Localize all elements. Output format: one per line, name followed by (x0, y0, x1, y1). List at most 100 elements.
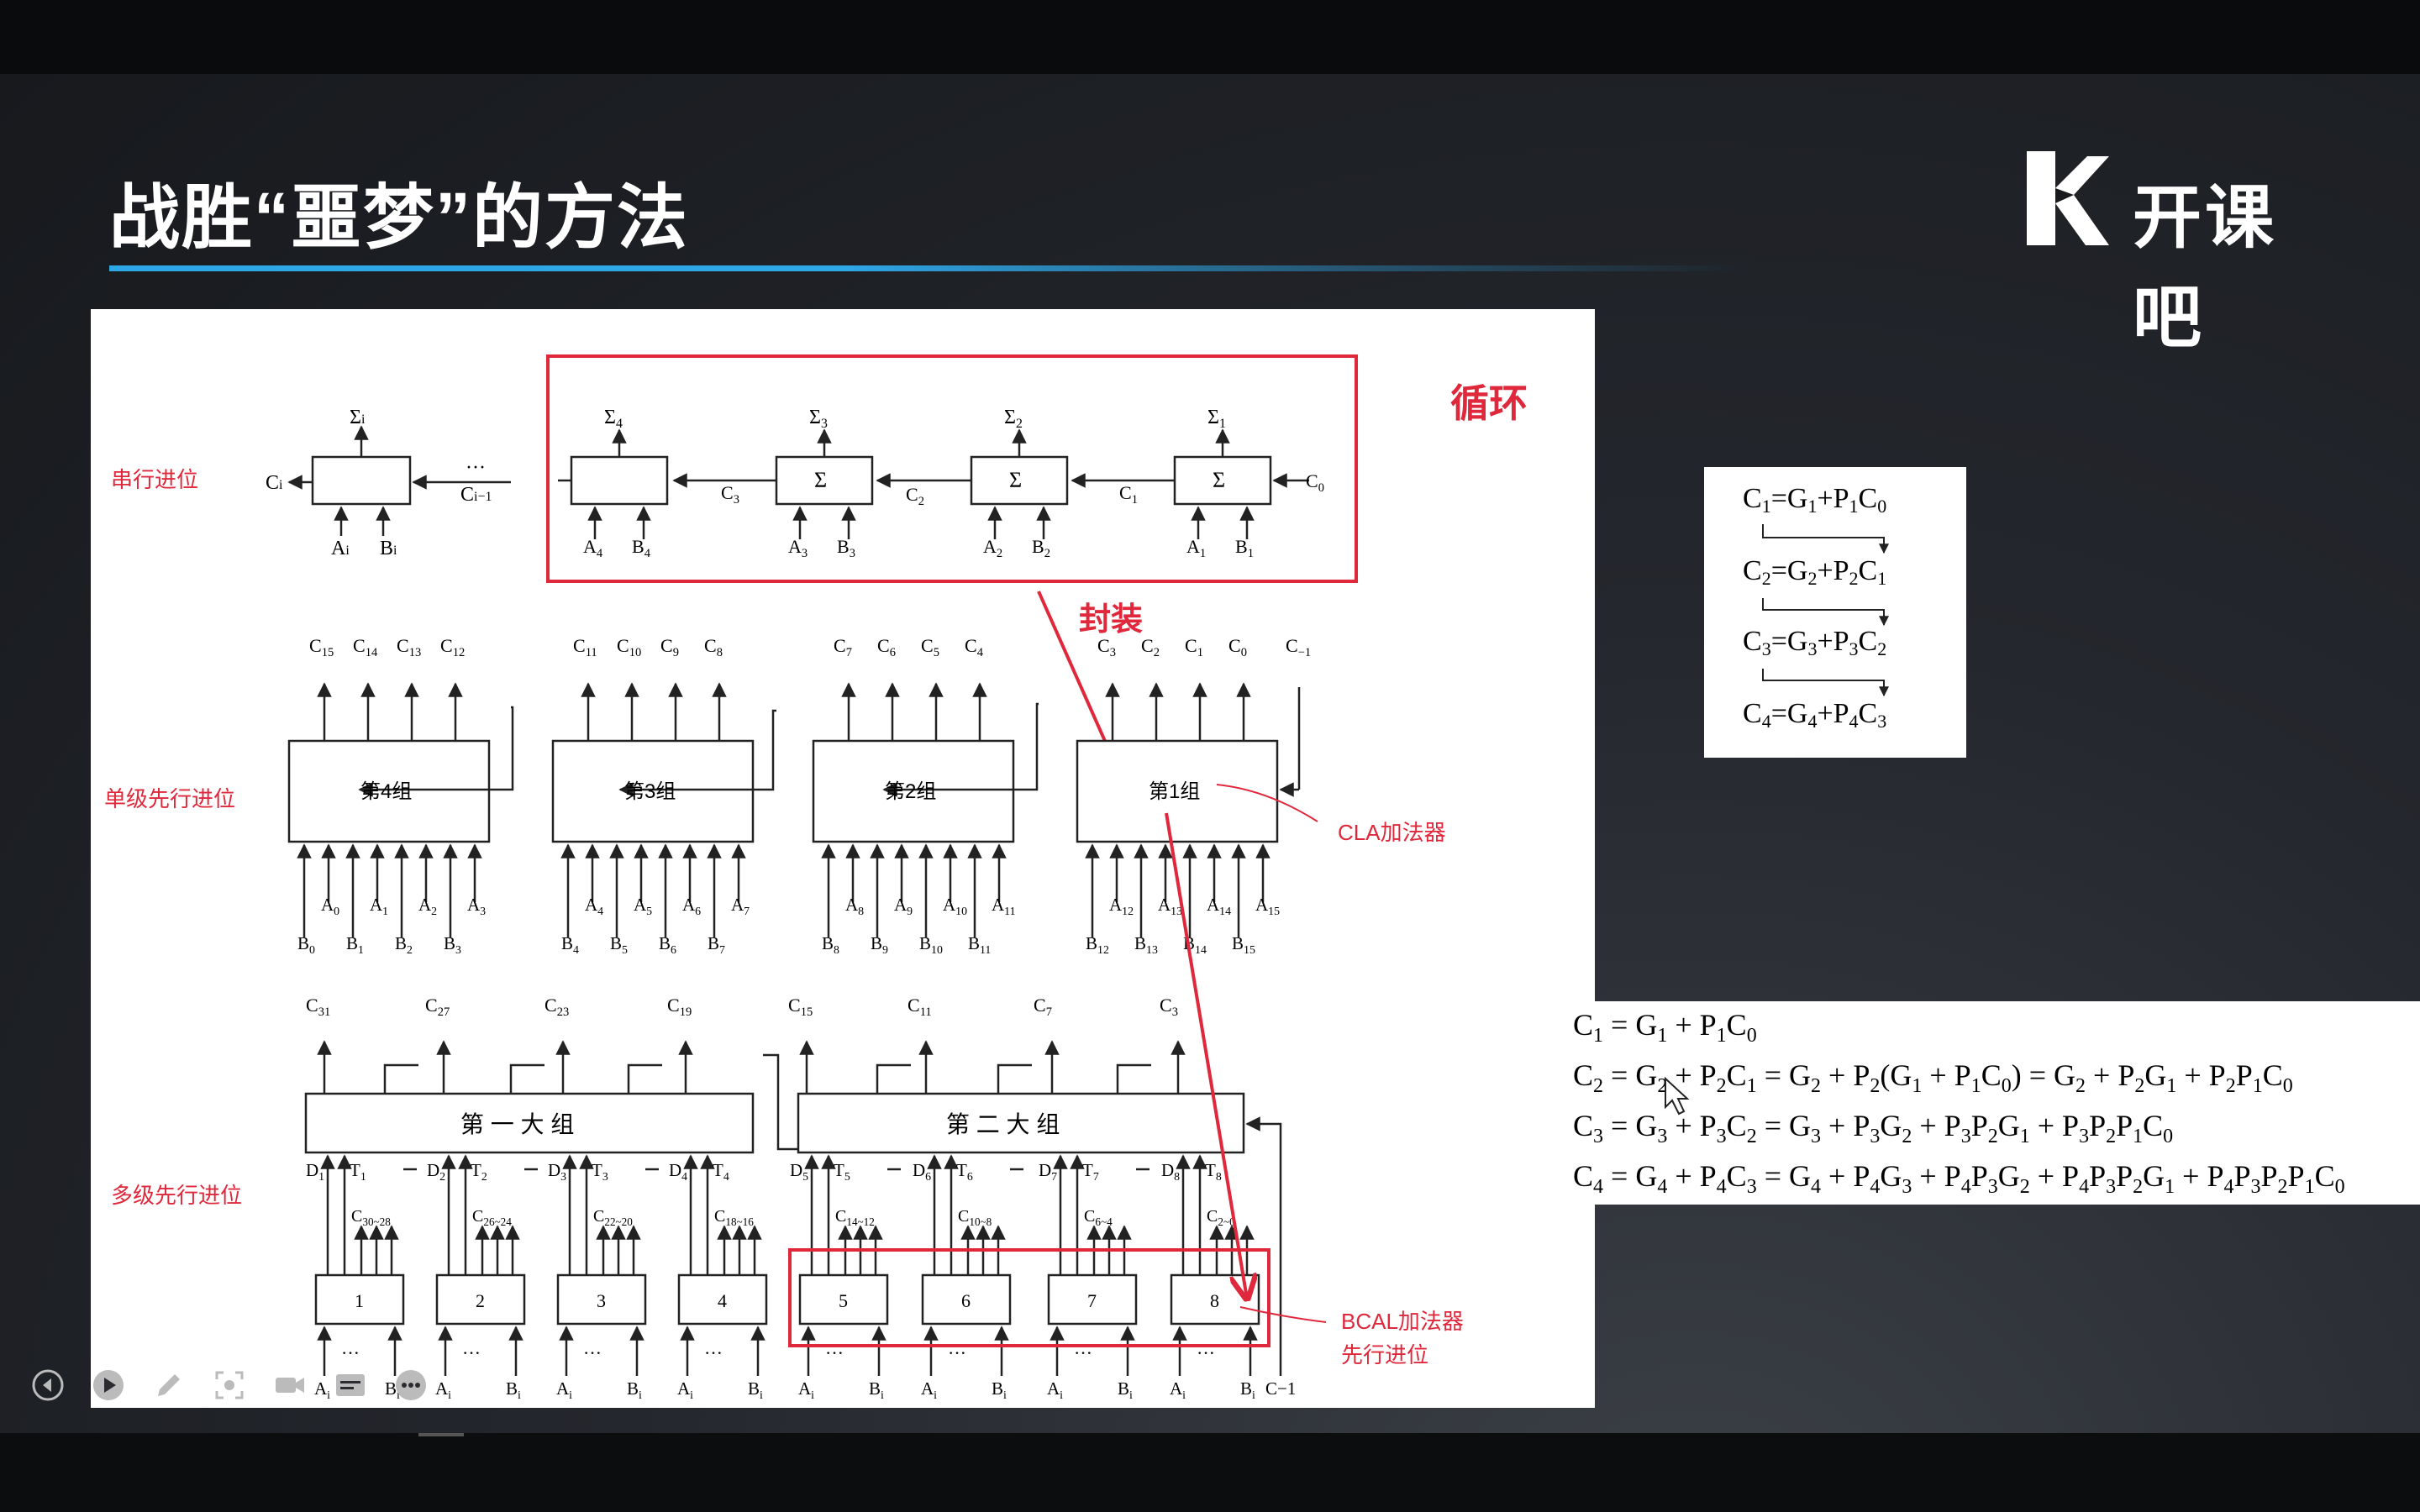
inter-big-group-link (763, 1053, 798, 1151)
big-group-1: 第 一 大 组 (460, 1111, 574, 1137)
t-label: T1 (350, 1160, 366, 1183)
carry-label: C31 (306, 995, 330, 1019)
serial-chain-labels: Σ4 A4 B4 Σ Σ3 A3 B3 Σ Σ2 A2 B2 Σ Σ1 A1 B1 C3 C2 C1 C0 (583, 407, 1324, 560)
b-input-label: B3 (837, 536, 855, 560)
d-label: D2 (427, 1160, 445, 1183)
bcal-label-1: BCAL加法器 (1341, 1309, 1464, 1334)
screenshot-icon[interactable] (212, 1368, 247, 1403)
big-group-link (1116, 1063, 1151, 1094)
bcla-block-number: 5 (839, 1290, 848, 1311)
expanded-equation: C4 = G4 + P4C3 = G4 + P4G3 + P4P3G2 + P4… (1573, 1159, 2345, 1198)
a-input-label: A6 (682, 895, 701, 917)
slide-title: 战胜“噩梦”的方法 (109, 178, 690, 257)
sum-output-label: Σ3 (809, 407, 828, 431)
inner-carry-label: C22~20 (593, 1207, 633, 1228)
bcla-block-number: 1 (355, 1290, 364, 1311)
a-input-label: A0 (321, 895, 339, 917)
adder-diagram: 串行进位 单级先行进位 多级先行进位 Σi Ci ··· Ci−1 Ai Bi … (91, 309, 1595, 1408)
t-label: T7 (1082, 1160, 1099, 1183)
subtitle-icon[interactable] (333, 1368, 368, 1403)
carry-label: C2 (906, 484, 924, 508)
a-input-label: A5 (634, 895, 652, 917)
carry-label: C3 (1160, 995, 1178, 1019)
carry-equation: C2=G2+P2C1 (1743, 555, 1886, 589)
input-b-label: Bi (1240, 1378, 1255, 1401)
carry-equation: C3=G3+P3C2 (1743, 626, 1886, 659)
bcla-block-number: 6 (961, 1290, 971, 1311)
carry-label: C15 (788, 995, 813, 1019)
input-dots: ··· (583, 1342, 602, 1363)
c-minus-1-label: C−1 (1265, 1378, 1296, 1399)
carry-label: C7 (834, 635, 852, 659)
carry-label: C12 (440, 635, 465, 659)
d-label: D4 (669, 1160, 687, 1183)
input-dots: ··· (341, 1342, 360, 1363)
play-icon[interactable] (91, 1368, 126, 1403)
bcla-block-number: 3 (597, 1290, 606, 1311)
big-group-link (627, 1063, 662, 1094)
back-icon[interactable] (30, 1368, 66, 1403)
b-input-label: B9 (871, 933, 888, 956)
carry-label: C0 (1306, 470, 1324, 495)
b-input-label: B2 (1032, 536, 1050, 560)
a-input-label: A2 (983, 536, 1002, 560)
b-input-label: B0 (297, 933, 315, 956)
carry-label: C1 (1119, 482, 1138, 507)
multi-level-structure (304, 1040, 1282, 1376)
input-a-label: Ai (435, 1378, 451, 1401)
serial-ci-1: Ci−1 (460, 484, 492, 506)
carry-label: C0 (1228, 635, 1247, 659)
a-input-label: A12 (1109, 895, 1134, 917)
b-input-label: B2 (395, 933, 413, 956)
big-group-link (997, 1063, 1032, 1094)
a-input-label: A1 (370, 895, 388, 917)
b-input-label: B15 (1232, 933, 1255, 956)
cell-sigma: Σ (1009, 468, 1022, 492)
inner-carry-label: C10~8 (958, 1207, 992, 1228)
carry-label: C4 (965, 635, 984, 659)
serial-bi: Bi (380, 538, 397, 559)
carry-label: C5 (921, 635, 939, 659)
serial-ai: Ai (331, 538, 350, 559)
input-dots: ··· (704, 1342, 723, 1363)
b-input-label: B1 (346, 933, 364, 956)
a-input-label: A4 (583, 536, 603, 560)
carry-label: C15 (309, 635, 334, 659)
d-label: D8 (1161, 1160, 1180, 1183)
serial-chain-cells (558, 428, 1309, 539)
cla-group-label: 第4组 (360, 780, 412, 803)
player-controls (30, 1368, 434, 1403)
serial-chain-cell (570, 455, 669, 506)
b-input-label: B7 (708, 933, 725, 956)
a-input-label: A11 (992, 895, 1016, 917)
serial-single-cell (287, 425, 511, 536)
serial-dots: ··· (466, 457, 486, 479)
top-black-bar (0, 0, 2420, 74)
carry-label: C−1 (1286, 635, 1311, 659)
serial-sigma: Σi (350, 407, 366, 428)
input-a-label: Ai (677, 1378, 693, 1401)
input-b-label: Bi (1118, 1378, 1133, 1401)
a-input-label: A4 (585, 895, 603, 917)
camera-icon[interactable] (272, 1368, 308, 1403)
loop-label: 循环 (1450, 381, 1528, 425)
encapsulate-label: 封装 (1079, 602, 1143, 638)
pen-icon[interactable] (151, 1368, 187, 1403)
cla-group-label: 第3组 (624, 780, 676, 803)
b-input-label: B5 (610, 933, 628, 956)
b-input-label: B10 (919, 933, 943, 956)
b-input-label: B3 (444, 933, 461, 956)
big-group-link (876, 1063, 911, 1094)
carry-label: C6 (877, 635, 896, 659)
b-input-label: B4 (632, 536, 651, 560)
inner-carry-label: C18~16 (714, 1207, 754, 1228)
d-label: D1 (306, 1160, 324, 1183)
input-b-label: Bi (992, 1378, 1007, 1401)
more-icon[interactable] (393, 1368, 429, 1403)
row-label-serial: 串行进位 (111, 467, 198, 492)
input-a-label: Ai (798, 1378, 814, 1401)
bcal-label-2: 先行进位 (1341, 1342, 1428, 1368)
carry-label: C8 (704, 635, 723, 659)
expanded-equation: C3 = G3 + P3C2 = G3 + P3G2 + P3P2G1 + P3… (1573, 1109, 2173, 1147)
inner-carry-label: C14~12 (835, 1207, 875, 1228)
